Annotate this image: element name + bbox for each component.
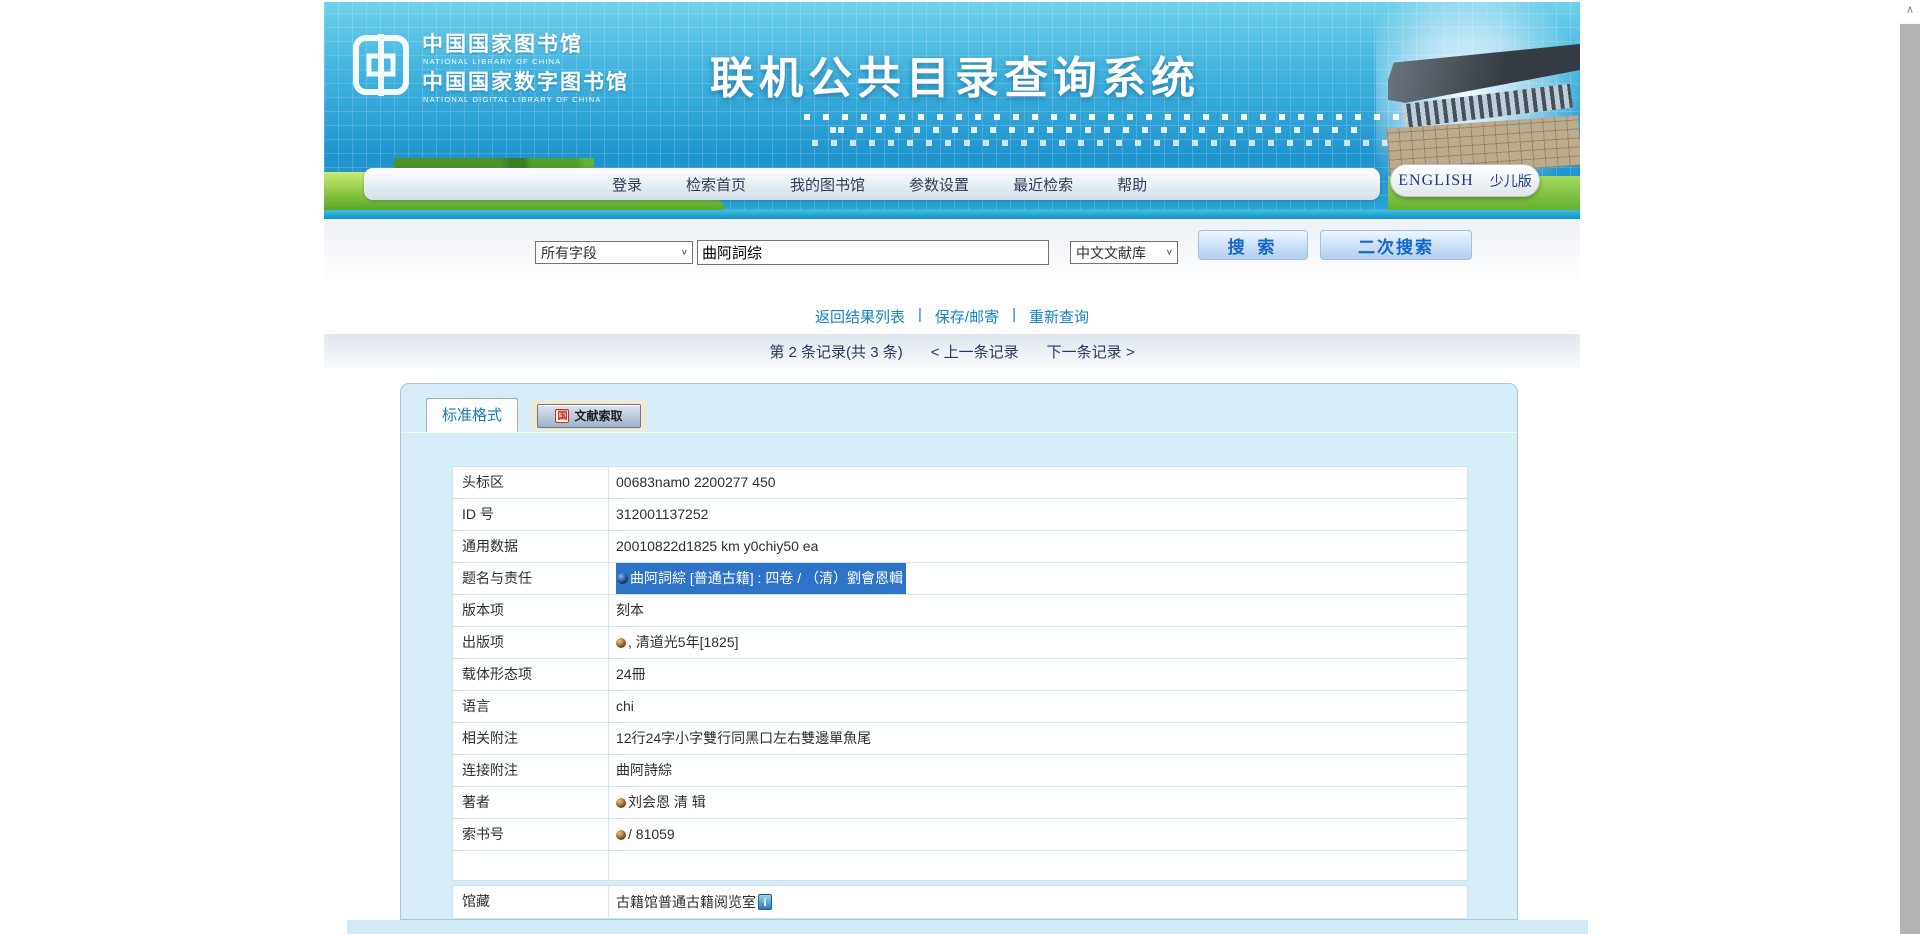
logo-en-2: NATIONAL DIGITAL LIBRARY OF CHINA [423,94,602,104]
document-request-label: 文献索取 [574,409,623,423]
chevron-down-icon: ∨ [680,248,688,257]
back-to-results-link[interactable]: 返回结果列表 [815,306,905,327]
info-icon[interactable]: i [758,894,772,910]
separator: | [1012,306,1016,323]
nav-item-recent-searches[interactable]: 最近检索 [1013,174,1073,195]
document-request-button[interactable]: 国 文献索取 [537,403,641,428]
table-row-empty [453,851,1467,881]
nlc-logo[interactable]: 中国国家图书馆 NATIONAL LIBRARY OF CHINA 中国国家数字… [352,32,629,109]
separator: | [918,306,922,323]
nav-item-help[interactable]: 帮助 [1117,174,1147,195]
scroll-up-button[interactable]: ∧ [1900,0,1920,22]
holdings-location: 古籍馆普通古籍阅览室 [616,893,756,910]
selected-title-text: 曲阿詞綜 [普通古籍] : 四卷 / （清）劉會恩輯 [616,563,907,594]
nlc-logo-icon [353,34,409,96]
logo-cn-1: 中国国家图书馆 [422,33,583,56]
english-link[interactable]: ENGLISH [1398,172,1473,190]
record-position-text: 第 2 条记录(共 3 条) [769,343,903,361]
database-select[interactable]: 中文文献库 ∨ [1070,241,1178,264]
footer-strip [347,920,1588,934]
nav-item-search-home[interactable]: 检索首页 [686,174,746,195]
record-nav: 第 2 条记录(共 3 条) < 上一条记录 下一条记录 > [324,334,1580,368]
main-nav: 登录 检索首页 我的图书馆 参数设置 最近检索 帮助 [364,168,1380,200]
record-panel: 标准格式 国 文献索取 头标区 00683nam0 2200277 450 ID… [400,383,1518,920]
search-field-select[interactable]: 所有字段 ∨ [535,241,693,264]
nav-item-my-library[interactable]: 我的图书馆 [790,174,865,195]
search-field-select-value: 所有字段 [541,244,597,261]
nlc-mini-logo-icon: 国 [555,408,570,423]
table-row-title-responsibility: 题名与责任 曲阿詞綜 [普通古籍] : 四卷 / （清）劉會恩輯 [453,563,1467,595]
scrollbar[interactable]: ∧ [1900,0,1920,934]
nav-item-login[interactable]: 登录 [612,174,642,195]
blue-ball-icon [617,573,628,584]
brown-ball-icon [616,829,626,840]
secondary-search-button[interactable]: 二次搜索 [1320,230,1472,260]
table-row-language: 语言 chi [453,691,1467,723]
language-switcher: ENGLISH 少儿版 [1390,164,1540,197]
table-row-publication: 出版项 , 清道光5年[1825] [453,627,1467,659]
table-row-call-number: 索书号 / 81059 [453,819,1467,851]
new-search-link[interactable]: 重新查询 [1029,306,1089,327]
tab-document-request[interactable]: 国 文献索取 [531,400,647,431]
table-row-link-note: 连接附注 曲阿詩綜 [453,755,1467,787]
brown-ball-icon [616,637,626,648]
brown-ball-icon [616,797,626,808]
next-record-link[interactable]: 下一条记录 > [1047,341,1135,362]
banner-bottom-strip [324,210,1580,219]
table-row-leader: 头标区 00683nam0 2200277 450 [453,467,1467,499]
record-table: 头标区 00683nam0 2200277 450 ID 号 312001137… [452,466,1468,881]
kids-version-link[interactable]: 少儿版 [1490,171,1532,191]
database-select-value: 中文文献库 [1076,244,1146,261]
chevron-up-icon: ∧ [1905,4,1915,16]
table-row-id: ID 号 312001137252 [453,499,1467,531]
save-mail-link[interactable]: 保存/邮寄 [935,306,999,327]
logo-en-1: NATIONAL LIBRARY OF CHINA [423,57,562,66]
search-button[interactable]: 搜 索 [1198,230,1308,260]
page-title: 联机公共目录查询系统 [710,54,1200,103]
holdings-table: 馆藏 古籍馆普通古籍阅览室 i [452,885,1468,919]
table-row-physical-description: 载体形态项 24冊 [453,659,1467,691]
table-row-edition: 版本项 刻本 [453,595,1467,627]
holdings-row: 馆藏 古籍馆普通古籍阅览室 i [453,886,1467,918]
scrollbar-thumb[interactable] [1900,24,1920,934]
pixel-dots-decoration [804,114,1414,156]
tab-standard-format[interactable]: 标准格式 [426,398,518,432]
table-row-author: 著者 刘会恩 清 辑 [453,787,1467,819]
chevron-down-icon: ∨ [1165,248,1173,257]
prev-record-link[interactable]: < 上一条记录 [931,341,1019,362]
logo-cn-2: 中国国家数字图书馆 [422,70,629,94]
nav-item-settings[interactable]: 参数设置 [909,174,969,195]
table-row-general-data: 通用数据 20010822d1825 km y0chiy50 ea [453,531,1467,563]
table-row-related-note: 相关附注 12行24字小字雙行同黑口左右雙邊單魚尾 [453,723,1467,755]
search-input[interactable] [697,240,1049,265]
result-toolbar: 返回结果列表 | 保存/邮寄 | 重新查询 [324,306,1580,327]
